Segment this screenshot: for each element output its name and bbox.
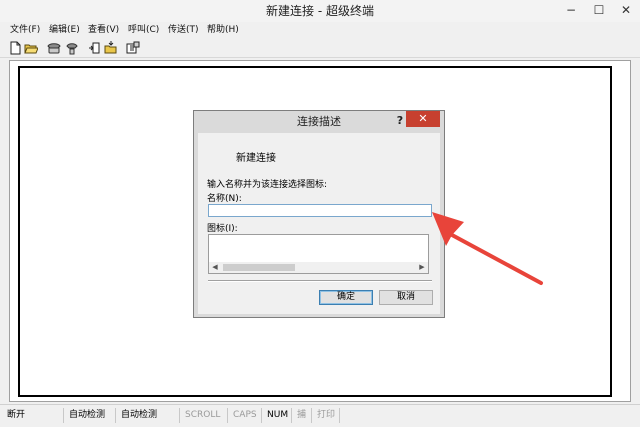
open-folder-icon[interactable]	[24, 41, 38, 55]
name-input[interactable]	[208, 204, 432, 217]
title-bar: 新建连接 - 超级终端 − ☐ ✕	[0, 0, 640, 22]
connection-name-text: 新建连接	[236, 153, 276, 164]
send-file-icon[interactable]	[88, 41, 102, 55]
scroll-right-icon[interactable]: ▶	[418, 262, 426, 273]
status-print: 打印	[314, 408, 340, 423]
icon-list[interactable]: ◀ ▶	[208, 234, 429, 274]
prompt-text: 输入名称并为该连接选择图标:	[207, 180, 328, 190]
dialog-close-button[interactable]: ✕	[406, 111, 440, 127]
dialog-body: 新建连接 输入名称并为该连接选择图标: 名称(N): 图标(I): ◀ ▶ 确定…	[198, 133, 440, 314]
menu-transfer[interactable]: 传送(T)	[168, 23, 199, 37]
scroll-left-icon[interactable]: ◀	[211, 262, 219, 273]
dialog-title-bar: 连接描述 ? ✕	[194, 111, 444, 133]
disconnect-icon[interactable]	[65, 41, 79, 55]
minimize-button[interactable]: −	[558, 0, 584, 20]
status-caps: CAPS	[230, 408, 262, 423]
menu-file[interactable]: 文件(F)	[10, 23, 40, 37]
name-label: 名称(N):	[207, 194, 242, 204]
window-title: 新建连接 - 超级终端	[266, 4, 374, 18]
close-button[interactable]: ✕	[612, 0, 640, 20]
horizontal-scrollbar[interactable]: ◀ ▶	[209, 262, 428, 273]
maximize-button[interactable]: ☐	[586, 0, 612, 20]
phone-icon[interactable]	[47, 41, 61, 55]
menu-call[interactable]: 呼叫(C)	[128, 23, 159, 37]
cancel-button[interactable]: 取消	[379, 290, 433, 305]
menu-help[interactable]: 帮助(H)	[207, 23, 239, 37]
status-capture: 捕	[294, 408, 312, 423]
ok-button[interactable]: 确定	[319, 290, 373, 305]
status-connection: 断开	[4, 408, 64, 423]
menu-edit[interactable]: 编辑(E)	[49, 23, 80, 37]
menu-view[interactable]: 查看(V)	[88, 23, 119, 37]
properties-icon[interactable]	[126, 41, 140, 55]
menu-bar: 文件(F) 编辑(E) 查看(V) 呼叫(C) 传送(T) 帮助(H)	[0, 22, 640, 38]
separator	[208, 280, 432, 282]
status-detect-2: 自动检测	[118, 408, 180, 423]
help-button[interactable]: ?	[394, 113, 406, 129]
status-bar: 断开 自动检测 自动检测 SCROLL CAPS NUM 捕 打印	[0, 404, 640, 427]
connection-description-dialog: 连接描述 ? ✕ 新建连接 输入名称并为该连接选择图标: 名称(N): 图标(I…	[193, 110, 445, 318]
icon-label: 图标(I):	[207, 224, 238, 234]
scroll-thumb[interactable]	[223, 264, 295, 271]
receive-file-icon[interactable]	[104, 41, 118, 55]
status-num: NUM	[264, 408, 292, 423]
status-detect-1: 自动检测	[66, 408, 116, 423]
new-file-icon[interactable]	[8, 41, 22, 55]
status-scroll: SCROLL	[182, 408, 228, 423]
toolbar	[0, 38, 640, 58]
